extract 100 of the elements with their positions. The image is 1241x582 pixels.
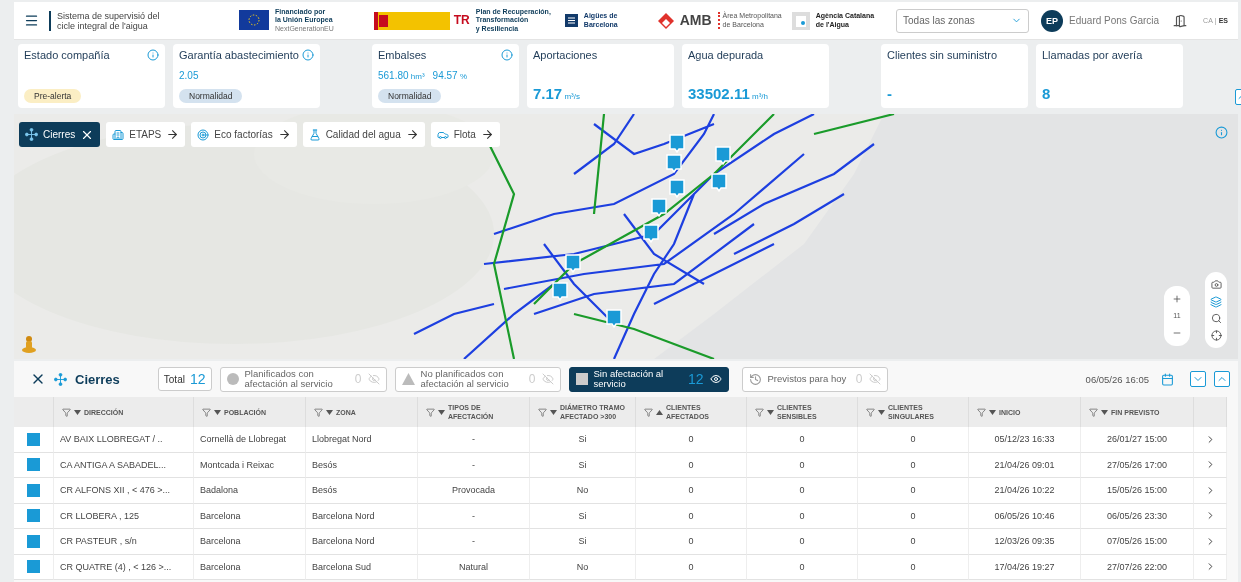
search-icon[interactable] <box>1210 313 1222 325</box>
logo-icon <box>564 14 578 27</box>
table-cell: Barcelona <box>194 529 306 555</box>
table-cell: 0 <box>636 529 747 555</box>
table-cell: 0 <box>636 427 747 453</box>
logo-icon <box>791 11 810 30</box>
pegman-icon[interactable] <box>22 335 36 353</box>
table-cell: Provocada <box>418 478 530 504</box>
sort-up-icon[interactable] <box>656 409 663 415</box>
table-cell: 07/05/26 15:00 <box>1081 529 1194 555</box>
table-cell: Barcelona Sud <box>306 554 418 580</box>
filter-icon[interactable] <box>538 407 547 417</box>
table-cell: 0 <box>636 452 747 478</box>
table-cell: - <box>418 529 530 555</box>
calendar-icon[interactable] <box>1161 372 1174 386</box>
table-cell: - <box>418 503 530 529</box>
zoom-in-icon[interactable] <box>1172 294 1182 305</box>
kpi-value: 7.17 m³/s <box>533 85 580 103</box>
menu-icon[interactable] <box>24 13 39 28</box>
filter-icon[interactable] <box>62 407 71 417</box>
info-icon[interactable] <box>501 49 513 61</box>
logo-mark: AMB <box>679 12 712 29</box>
table-cell: 0 <box>747 427 858 453</box>
kpi-title: Embalses <box>378 49 427 61</box>
kpi-value: - <box>887 85 892 103</box>
sort-down-icon[interactable] <box>74 409 81 415</box>
table-cell: CA ANTIGA A SABADEL... <box>54 452 194 478</box>
kpi-value: 33502.11 m³/h <box>688 85 768 103</box>
table-cell: No <box>530 554 636 580</box>
panel-title: Cierres <box>75 371 120 387</box>
layer-tab[interactable]: Cierres <box>19 122 101 147</box>
table-cell: Llobregat Nord <box>306 427 418 453</box>
zone-select[interactable]: Todas las zonas <box>896 8 1030 33</box>
eye-icon[interactable] <box>709 373 722 385</box>
table-cell: 15/05/26 15:00 <box>1081 478 1194 504</box>
layer-tab[interactable]: Eco factorías <box>191 122 297 147</box>
sort-down-icon[interactable] <box>1101 409 1108 415</box>
table-cell: Barcelona Nord <box>306 503 418 529</box>
status-badge: Normalidad <box>378 89 442 103</box>
table-cell: Si <box>530 529 636 555</box>
logo-mark: TR <box>453 13 470 28</box>
table-cell: CR QUATRE (4) , < 126 >... <box>54 554 194 580</box>
table-cell: 21/04/26 09:01 <box>969 452 1081 478</box>
filter-icon[interactable] <box>1089 407 1098 417</box>
camera-icon[interactable] <box>1210 278 1222 290</box>
kpi-title: Agua depurada <box>688 49 764 61</box>
square-icon <box>575 373 588 385</box>
table-cell: Barcelona <box>194 554 306 580</box>
kpi-value: 2.05 <box>179 69 199 83</box>
filter-icon[interactable] <box>314 407 323 417</box>
filter-icon[interactable] <box>866 407 875 417</box>
table-cell: 0 <box>858 478 969 504</box>
expand-button[interactable] <box>1190 371 1206 387</box>
date-text: 06/05/26 16:05 <box>1085 373 1149 385</box>
kpi-value: 8 <box>1042 85 1051 103</box>
kpi-title: Estado compañía <box>24 49 110 61</box>
eu-flag-icon <box>239 10 269 31</box>
filter-icon[interactable] <box>644 407 653 417</box>
history-icon <box>748 372 762 386</box>
layers-icon[interactable] <box>1210 295 1222 308</box>
network-icon <box>54 372 67 386</box>
filter-icon[interactable] <box>426 407 435 417</box>
info-icon[interactable] <box>1215 126 1228 139</box>
info-icon[interactable] <box>302 49 314 61</box>
sort-down-icon[interactable] <box>438 409 445 415</box>
table-cell: 0 <box>747 478 858 504</box>
layer-tab[interactable]: Calidad del agua <box>302 122 425 147</box>
table-cell: Si <box>530 503 636 529</box>
triangle-icon <box>401 373 415 385</box>
filter-icon[interactable] <box>202 407 211 417</box>
table-cell: Besós <box>306 452 418 478</box>
table-cell: 21/04/26 10:22 <box>969 478 1081 504</box>
layer-tab[interactable]: ETAPS <box>106 122 186 147</box>
logout-icon[interactable] <box>1173 13 1188 28</box>
sort-down-icon[interactable] <box>214 409 221 415</box>
kpi-title: Garantía abastecimiento <box>179 49 299 61</box>
table-cell: 12/03/26 09:35 <box>969 529 1081 555</box>
table-cell: 0 <box>747 503 858 529</box>
sort-down-icon[interactable] <box>989 409 996 415</box>
filter-icon[interactable] <box>755 407 764 417</box>
table-cell: 0 <box>747 554 858 580</box>
kpi-value: 94.57 % <box>432 69 467 83</box>
info-icon[interactable] <box>147 49 159 61</box>
sort-down-icon[interactable] <box>878 409 885 415</box>
table-cell: 0 <box>858 503 969 529</box>
table-cell: CR ALFONS XII , < 476 >... <box>54 478 194 504</box>
total-count: 12 <box>189 371 206 387</box>
locate-icon[interactable] <box>1210 330 1222 342</box>
collapse-button[interactable] <box>1214 371 1230 387</box>
arrow-right-icon <box>277 128 291 141</box>
sort-down-icon[interactable] <box>326 409 333 415</box>
sort-down-icon[interactable] <box>767 409 774 415</box>
table-cell: Cornellà de Llobregat <box>194 427 306 453</box>
kpi-title: Aportaciones <box>533 49 598 61</box>
layer-tab[interactable]: Flota <box>430 122 500 147</box>
filter-icon[interactable] <box>977 407 986 417</box>
table-cell: 06/05/26 23:30 <box>1081 503 1194 529</box>
filter-chip[interactable]: Sin afectación al servicio 12 <box>568 366 729 392</box>
kpi-title: Llamadas por avería <box>1042 49 1143 61</box>
sort-down-icon[interactable] <box>550 409 557 415</box>
